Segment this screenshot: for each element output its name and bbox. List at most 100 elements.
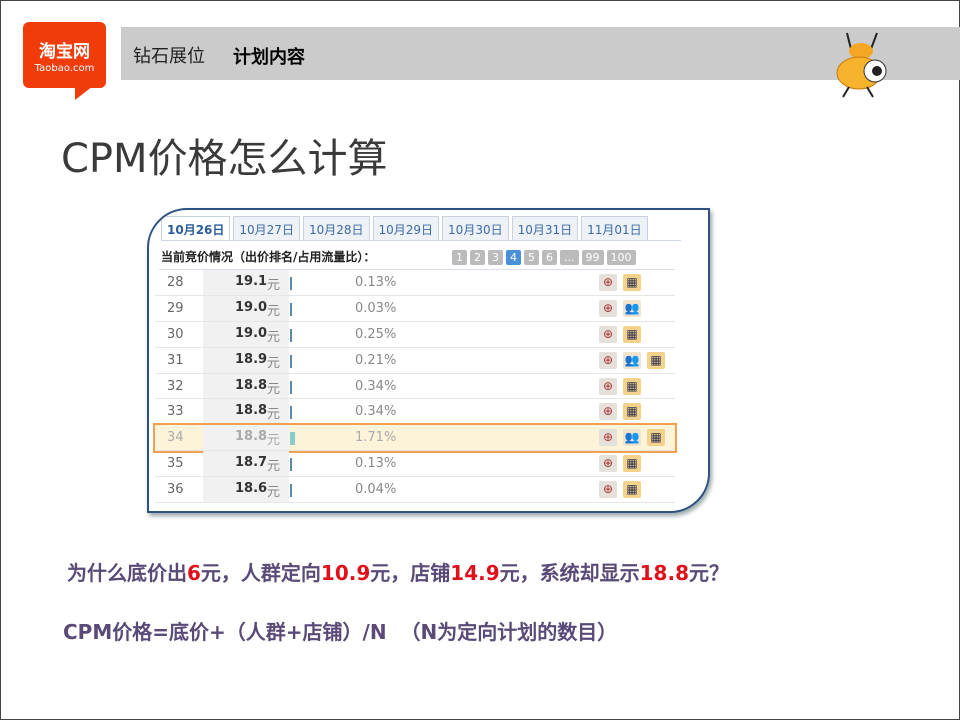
price: 19.1 [235,274,268,289]
all-icon[interactable]: ⊕ [599,325,617,343]
traffic-percent: 0.13% [355,456,397,472]
table-row[interactable]: 35 18.7 元 0.13% ⊕ ▦ [155,451,675,478]
table-row[interactable]: 32 18.8 元 0.34% ⊕ ▦ [155,373,675,400]
people-icon[interactable]: 👥 [623,351,641,369]
table-row[interactable]: 33 18.8 元 0.34% ⊕ ▦ [155,399,675,426]
taobao-logo: 淘宝网 Taobao.com [23,22,106,100]
rank: 32 [167,378,184,394]
rank: 34 [167,430,184,446]
page-button[interactable]: 5 [524,250,539,265]
traffic-bar [290,302,292,316]
page-button[interactable]: 4 [506,250,521,265]
slide-title: CPM价格怎么计算 [61,136,388,182]
q-value: 14.9 [450,561,500,585]
price-unit: 元 [267,381,281,397]
tab-date[interactable]: 10月29日 [372,216,440,240]
price-unit: 元 [267,278,281,293]
shop-icon[interactable]: ▦ [623,274,641,291]
price-unit: 元 [267,355,281,371]
price-unit: 元 [267,433,281,449]
ant-mascot-icon [836,32,887,98]
price: 18.9 [235,351,268,367]
targeting-icons: ⊕ ▦ [599,325,641,343]
q-part: 为什么底价出 [67,561,187,585]
table-row[interactable]: 31 18.9 元 0.21% ⊕ 👥 ▦ [155,347,675,374]
current-label: 计划内容 [233,47,305,68]
logo-cn: 淘宝网 [39,42,90,62]
rank: 33 [167,404,184,420]
q-part: 元，店铺 [370,561,451,585]
price-unit: 元 [267,329,281,345]
people-icon[interactable]: 👥 [623,429,641,447]
q-value: 6 [187,561,201,585]
table-row[interactable]: 29 19.0 元 0.03% ⊕ 👥 [155,295,675,322]
targeting-icons: ⊕ 👥 ▦ [599,429,665,447]
traffic-bar [290,380,292,394]
page-button[interactable]: 99 [581,250,604,265]
all-icon[interactable]: ⊕ [599,274,617,291]
targeting-icons: ⊕ ▦ [599,377,641,395]
price-unit: 元 [267,407,281,423]
table-row[interactable]: 28 19.1 元 0.13% ⊕ ▦ [155,270,675,296]
all-icon[interactable]: ⊕ [599,351,617,369]
page-button[interactable]: 1 [452,250,467,265]
all-icon[interactable]: ⊕ [599,377,617,395]
price: 19.0 [235,299,268,315]
tab-date[interactable]: 10月27日 [233,216,300,240]
shop-icon[interactable]: ▦ [623,377,641,395]
shop-icon[interactable]: ▦ [623,481,641,499]
page-button[interactable]: 6 [542,250,557,265]
table-row[interactable]: 30 19.0 元 0.25% ⊕ ▦ [155,321,675,348]
rank: 36 [167,482,184,498]
page-button[interactable]: 100 [606,250,636,265]
page-button[interactable]: ... [560,250,579,265]
traffic-bar [290,406,292,420]
traffic-percent: 0.25% [355,326,397,342]
all-icon[interactable]: ⊕ [599,299,617,317]
tab-date[interactable]: 10月30日 [442,216,509,240]
price-unit: 元 [267,485,281,501]
all-icon[interactable]: ⊕ [599,455,617,473]
bid-heading: 当前竞价情况（出价排名/占用流量比）： [161,250,376,264]
q-part: 元？ [689,561,729,585]
price-unit: 元 [267,459,281,475]
bid-header: 当前竞价情况（出价排名/占用流量比）： 1 2 3 4 5 6... 99 100 [159,244,675,270]
targeting-icons: ⊕ ▦ [599,455,641,473]
bid-table: 28 19.1 元 0.13% ⊕ ▦ 29 19.0 元 0.03% ⊕ 👥 30 19.0 元 0.25%… [153,270,677,504]
traffic-bar [290,458,292,472]
price-unit: 元 [267,303,281,319]
targeting-icons: ⊕ 👥 ▦ [599,351,665,369]
shop-icon[interactable]: ▦ [647,429,665,447]
traffic-bar [290,277,292,290]
tab-date[interactable]: 10月28日 [302,216,370,240]
tab-date[interactable]: 10月26日 [161,216,231,240]
shop-icon[interactable]: ▦ [647,351,665,369]
table-row[interactable]: 34 18.8 元 1.71% ⊕ 👥 ▦ [153,423,677,454]
page-button[interactable]: 2 [470,250,485,265]
table-row[interactable]: 36 18.6 元 0.04% ⊕ ▦ [155,477,675,504]
logo-en: Taobao.com [34,63,95,74]
all-icon[interactable]: ⊕ [599,429,617,447]
targeting-icons: ⊕ ▦ [599,403,641,421]
price: 18.7 [235,455,268,471]
q-part: 元，人群定向 [200,561,321,585]
traffic-percent: 0.03% [355,300,397,316]
price: 19.0 [235,325,268,341]
shop-icon[interactable]: ▦ [623,403,641,421]
traffic-percent: 1.71% [355,430,397,446]
tab-date[interactable]: 10月31日 [511,216,579,240]
people-icon[interactable]: 👥 [623,299,641,317]
q-part: 元，系统却显示 [499,561,640,585]
tab-date[interactable]: 11月01日 [581,216,648,240]
targeting-icons: ⊕ ▦ [599,274,641,291]
traffic-bar [290,328,292,342]
shop-icon[interactable]: ▦ [623,455,641,473]
section-label: 钻石展位 [133,46,205,67]
shop-icon[interactable]: ▦ [623,325,641,343]
price: 18.8 [235,429,268,445]
all-icon[interactable]: ⊕ [599,481,617,499]
rank: 35 [167,456,184,472]
all-icon[interactable]: ⊕ [599,403,617,421]
formula-text: CPM价格=底价+（人群+店铺）/N （N为定向计划的数目） [63,620,618,644]
page-button[interactable]: 3 [488,250,503,265]
